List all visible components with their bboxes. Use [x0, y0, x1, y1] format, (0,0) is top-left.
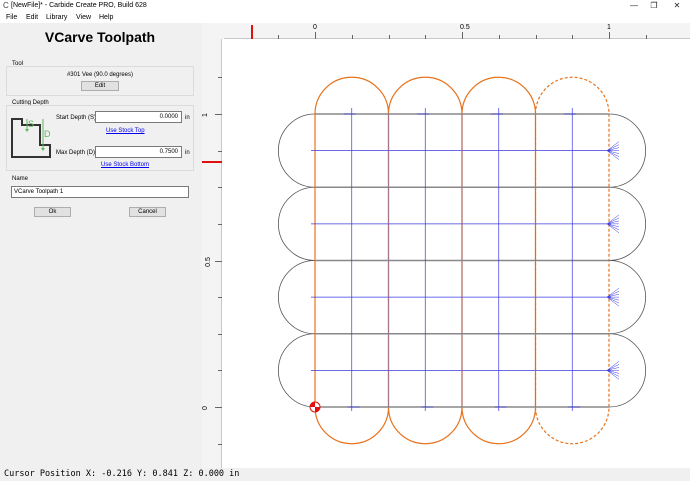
depth-diagram-icon: S D — [11, 118, 51, 158]
start-depth-label: Start Depth (S) — [56, 115, 97, 121]
origin-marker-quadrant — [310, 402, 315, 407]
max-depth-unit: in — [185, 150, 190, 156]
title-bar: C [NewFile]* - Carbide Create PRO, Build… — [0, 0, 690, 12]
design-drawing[interactable] — [202, 23, 690, 468]
start-depth-unit: in — [185, 115, 190, 121]
maximize-button[interactable]: ❐ — [645, 0, 663, 12]
carbide-c-icon: C — [3, 1, 9, 10]
diagram-d-label: D — [44, 129, 51, 139]
window-title: [NewFile]* - Carbide Create PRO, Build 6… — [11, 2, 147, 9]
vcarve-toolpath-panel: VCarve Toolpath Tool #301 Vee (90.0 degr… — [0, 23, 202, 468]
cursor-position-readout: Cursor Position X: -0.216 Y: 0.841 Z: 0.… — [4, 469, 240, 479]
toolpath-name-input[interactable]: VCarve Toolpath 1 — [11, 186, 189, 198]
start-depth-input[interactable]: 0.0000 — [95, 111, 182, 123]
use-stock-top-link[interactable]: Use Stock Top — [106, 127, 145, 135]
origin-marker-quadrant — [315, 407, 320, 412]
ok-button[interactable]: Ok — [34, 207, 71, 217]
max-depth-label: Max Depth (D) — [56, 150, 96, 156]
menu-bar: File Edit Library View Help — [0, 12, 690, 23]
panel-title: VCarve Toolpath — [44, 29, 156, 45]
tool-name: #301 Vee (90.0 degrees) — [66, 72, 134, 78]
cancel-button[interactable]: Cancel — [129, 207, 166, 217]
use-stock-bottom-link[interactable]: Use Stock Bottom — [101, 161, 149, 169]
menu-library[interactable]: Library — [46, 13, 67, 22]
name-group-label: Name — [12, 176, 29, 182]
menu-view[interactable]: View — [76, 13, 91, 22]
max-depth-input[interactable]: 0.7500 — [95, 146, 182, 158]
menu-edit[interactable]: Edit — [26, 13, 38, 22]
menu-file[interactable]: File — [6, 13, 17, 22]
menu-help[interactable]: Help — [99, 13, 113, 22]
edit-tool-button[interactable]: Edit — [81, 81, 119, 91]
close-button[interactable]: ✕ — [668, 0, 686, 12]
minimize-button[interactable]: — — [625, 0, 643, 12]
diagram-s-label: S — [28, 119, 34, 129]
